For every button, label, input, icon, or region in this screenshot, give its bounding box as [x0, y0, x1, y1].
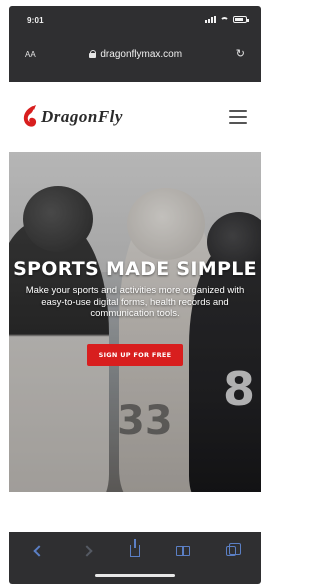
- text-size-button[interactable]: AA: [25, 50, 36, 59]
- site-header: DragonFly: [9, 82, 261, 152]
- back-icon: [33, 545, 45, 557]
- phone-screen: 9:01 AA dragonflymax.com ↻ DragonFly 33 …: [9, 6, 261, 584]
- status-icons: [205, 16, 249, 23]
- hero-title: SPORTS MADE SIMPLE: [13, 258, 257, 280]
- page-content-area: [9, 492, 261, 532]
- address-bar[interactable]: AA dragonflymax.com ↻: [15, 40, 255, 68]
- sign-up-button[interactable]: SIGN UP FOR FREE: [87, 344, 183, 366]
- hero-overlay: [9, 152, 261, 492]
- back-button[interactable]: [28, 540, 50, 562]
- tabs-button[interactable]: [220, 540, 242, 562]
- share-button[interactable]: [124, 539, 146, 562]
- bookmarks-icon: [176, 546, 190, 556]
- bookmarks-button[interactable]: [172, 540, 194, 562]
- wifi-icon: [220, 16, 229, 23]
- share-icon: [130, 539, 140, 557]
- hero-section: 33 8 SPORTS MADE SIMPLE Make your sports…: [9, 152, 261, 492]
- hamburger-menu-icon[interactable]: [229, 110, 247, 124]
- tabs-icon: [226, 543, 241, 556]
- browser-top-chrome: 9:01 AA dragonflymax.com ↻: [9, 6, 261, 82]
- hero-subtitle: Make your sports and activities more org…: [25, 285, 245, 319]
- forward-button[interactable]: [76, 540, 98, 562]
- dragonfly-logo-icon: [23, 105, 37, 127]
- reload-icon[interactable]: ↻: [236, 48, 245, 60]
- dragonfly-logo[interactable]: DragonFly: [21, 105, 123, 129]
- signal-icon: [205, 16, 216, 23]
- forward-icon: [81, 545, 93, 557]
- status-time: 9:01: [27, 16, 44, 25]
- url-display[interactable]: dragonflymax.com: [89, 49, 182, 60]
- url-text[interactable]: dragonflymax.com: [100, 49, 182, 60]
- lock-icon: [89, 50, 97, 58]
- logo-text: DragonFly: [41, 107, 123, 126]
- battery-icon: [233, 16, 249, 23]
- toolbar-buttons: [9, 539, 261, 562]
- home-indicator[interactable]: [95, 574, 175, 577]
- browser-bottom-toolbar: [9, 532, 261, 584]
